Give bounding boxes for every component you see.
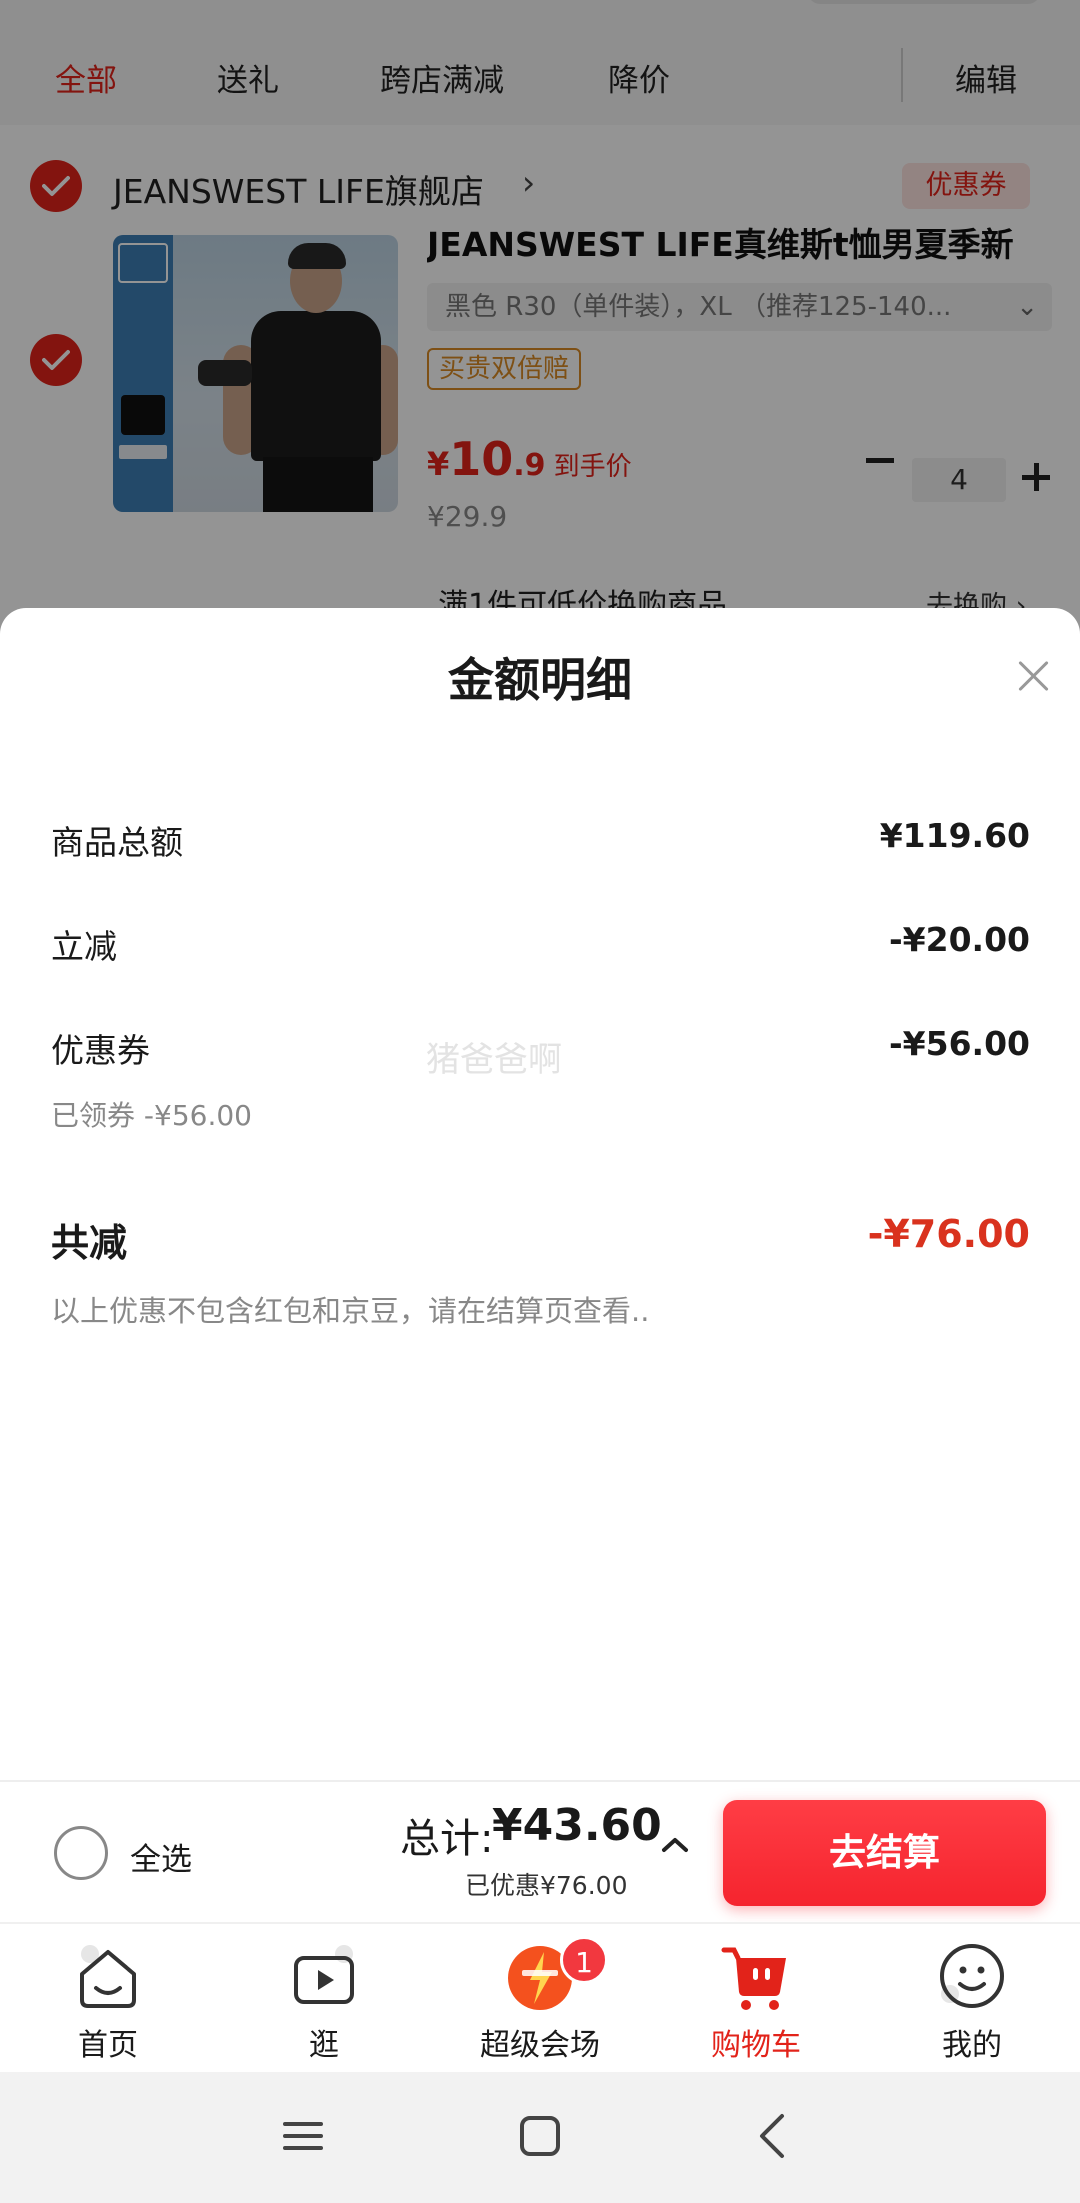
instant-discount-label: 立减	[51, 927, 117, 966]
tab-cart[interactable]: 购物车	[648, 1924, 864, 2074]
select-all-label[interactable]: 全选	[130, 1834, 192, 1879]
total-discount-value: -¥76.00	[867, 1212, 1030, 1256]
watermark: 猪爸爸啊	[426, 1040, 562, 1080]
home-square-icon[interactable]	[510, 2106, 570, 2166]
system-navigation-bar	[0, 2072, 1080, 2203]
profile-icon	[940, 1944, 1004, 2008]
cart-icon	[721, 1947, 786, 2010]
saved-amount: 已优惠¥76.00	[465, 1871, 628, 1900]
total-discount-label: 共减	[51, 1221, 128, 1265]
discount-disclaimer: 以上优惠不包含红包和京豆，请在结算页查看..	[51, 1294, 650, 1328]
home-icon	[80, 1945, 136, 2008]
coupon-claimed-note: 已领券 -¥56.00	[51, 1099, 252, 1132]
goods-total-label: 商品总额	[51, 823, 183, 862]
sum-label: 总计:	[400, 1816, 494, 1862]
sum-value: ¥43.60	[492, 1800, 662, 1851]
close-icon[interactable]	[1012, 654, 1056, 698]
tab-browse[interactable]: 逛	[216, 1924, 432, 2074]
notification-badge: 1	[560, 1936, 608, 1984]
sheet-title: 金额明细	[448, 653, 632, 707]
tab-super-venue[interactable]: 1 超级会场	[432, 1924, 648, 2074]
coupon-value: -¥56.00	[888, 1024, 1030, 1063]
chevron-up-icon[interactable]	[660, 1830, 690, 1860]
bottom-tab-bar: 首页 逛 1 超级会场 购物车 我的	[0, 1922, 1080, 2072]
amount-detail-sheet: 金额明细 商品总额 ¥119.60 立减 -¥20.00 优惠券 -¥56.00…	[0, 608, 1080, 1780]
select-all-checkbox[interactable]	[54, 1826, 108, 1880]
menu-icon[interactable]	[273, 2106, 333, 2166]
coupon-label: 优惠券	[51, 1031, 150, 1070]
instant-discount-value: -¥20.00	[888, 920, 1030, 959]
tab-profile[interactable]: 我的	[864, 1924, 1080, 2074]
back-icon[interactable]	[744, 2106, 804, 2166]
checkout-bar: 全选 总计: ¥43.60 已优惠¥76.00 去结算	[0, 1780, 1080, 1922]
checkout-button[interactable]: 去结算	[723, 1800, 1046, 1906]
video-icon	[294, 1945, 354, 2004]
tab-home[interactable]: 首页	[0, 1924, 216, 2074]
goods-total-value: ¥119.60	[879, 816, 1030, 855]
